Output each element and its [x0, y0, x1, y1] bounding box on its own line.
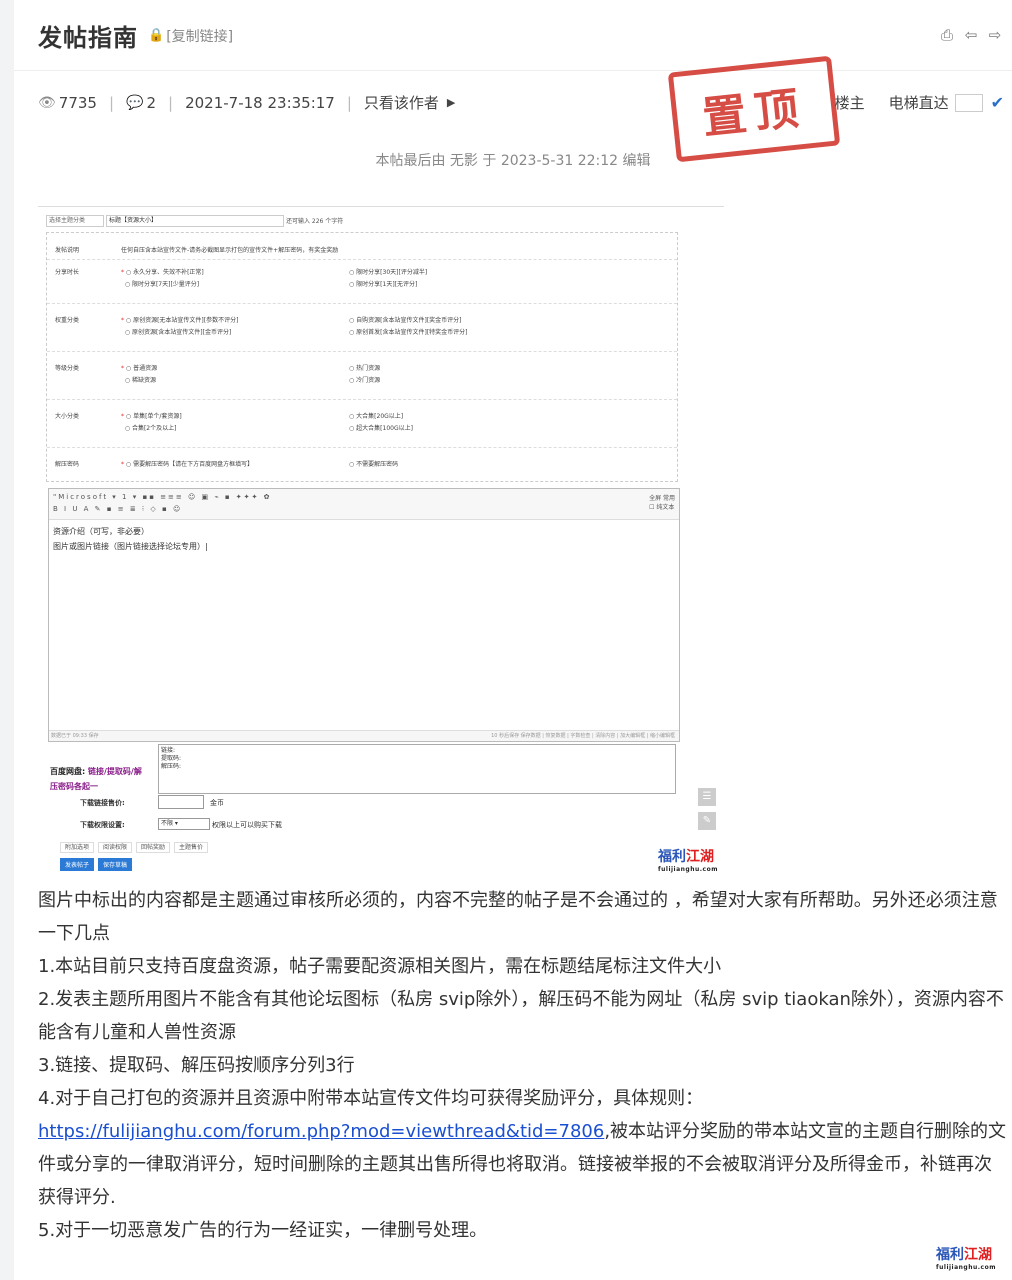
- permission-text: 权限以上可以购买下载: [212, 821, 282, 829]
- go-icon[interactable]: ✔: [991, 93, 1004, 112]
- price-unit: 金币: [210, 799, 224, 807]
- editor-toolbar: "Microsoft ▾ 1 ▾ ▪▪ ≡≡≡ ☺ ▣ ⌁ ▪ ✦✦✦ ✿ B …: [49, 489, 679, 520]
- post-datetime: 2021-7-18 23:35:17: [185, 93, 335, 112]
- lock-icon: 🔒: [148, 28, 165, 43]
- print-icon[interactable]: ⎙: [938, 26, 956, 44]
- title-input: 标题【资源大小】: [106, 215, 284, 227]
- meta-row: 👁 7735 | 💬 2 | 2021-7-18 23:35:17 | 只看该作…: [38, 92, 456, 113]
- elevator-input[interactable]: [954, 93, 983, 112]
- posting-form-image: 选择主题分类 标题【资源大小】 还可输入 226 个字符 发帖说明 任何自压含本…: [38, 206, 728, 876]
- floor-nav: 楼主 电梯直达 ✔: [835, 92, 1004, 113]
- side-buttons: ☰ ✎: [698, 788, 716, 836]
- form-options: 发帖说明 任何自压含本站宣传文件-请务必截图显示打包的宣传文件+解压密码，有奖金…: [46, 232, 678, 482]
- price-label: 下载链接售价:: [80, 799, 125, 807]
- rich-text-editor: "Microsoft ▾ 1 ▾ ▪▪ ≡≡≡ ☺ ▣ ⌁ ▪ ✦✦✦ ✿ B …: [48, 488, 680, 742]
- form-buttons: 发表帖子 保存草稿: [60, 858, 136, 871]
- triangle-right-icon: ▶: [446, 96, 456, 109]
- top-actions: ⎙ ⇦ ⇨: [938, 26, 1004, 44]
- eye-icon: 👁: [38, 94, 56, 111]
- pinned-stamp: 置顶: [667, 55, 841, 163]
- copy-link[interactable]: [复制链接]: [166, 26, 233, 46]
- header-divider: [14, 70, 1012, 71]
- reply-count: 2: [146, 93, 157, 112]
- category-select: 选择主题分类: [46, 215, 104, 227]
- post-title: 发帖指南: [38, 24, 138, 52]
- post-body: 图片中标出的内容都是主题通过审核所必须的，内容不完整的帖子是不会通过的 ，希望对…: [38, 890, 1007, 1241]
- list-icon: ☰: [698, 788, 716, 806]
- elevator-label: 电梯直达: [888, 94, 949, 112]
- permission-label: 下载权限设置:: [80, 821, 125, 829]
- prev-thread-icon[interactable]: ⇦: [962, 26, 980, 44]
- next-thread-icon[interactable]: ⇨: [986, 26, 1004, 44]
- floor-label: 楼主: [834, 94, 865, 112]
- watermark-logo: 福利江湖 fulijianghu.com: [658, 849, 718, 873]
- permission-select: 不限 ▾: [158, 818, 210, 830]
- extra-options: 附加选项 阅读权限 回帖奖励 主题售价: [60, 842, 212, 853]
- view-count: 7735: [58, 93, 97, 112]
- remain-chars: 还可输入 226 个字符: [286, 218, 344, 225]
- price-input: [158, 795, 204, 809]
- only-author-link[interactable]: 只看该作者: [364, 92, 439, 113]
- edit-note: 本帖最后由 无影 于 2023-5-31 22:12 编辑: [375, 153, 651, 169]
- baidu-label: 百度网盘: 链接/提取码/解压密码各起一: [50, 767, 142, 791]
- rule-link[interactable]: https://fulijianghu.com/forum.php?mod=vi…: [38, 1121, 604, 1142]
- baidu-box: 链接: 提取码: 解压码:: [158, 744, 676, 794]
- title-row: 发帖指南 🔒 [复制链接]: [38, 18, 233, 53]
- editor-status: 数据已于 09:33 保存 10 秒后保存 保存数据 | 恢复数据 | 字数检查…: [49, 730, 679, 741]
- post-container: 发帖指南 🔒 [复制链接] ⎙ ⇦ ⇨ 👁 7735 | 💬 2 | 2021-…: [14, 0, 1012, 1280]
- comment-icon: 💬: [126, 94, 144, 111]
- edit-icon: ✎: [698, 812, 716, 830]
- editor-content: 资源介绍（可写，非必要） 图片或图片链接（图片链接选择论坛专用）|: [53, 527, 208, 551]
- footer-watermark: 福利江湖 fulijianghu.com: [936, 1247, 996, 1271]
